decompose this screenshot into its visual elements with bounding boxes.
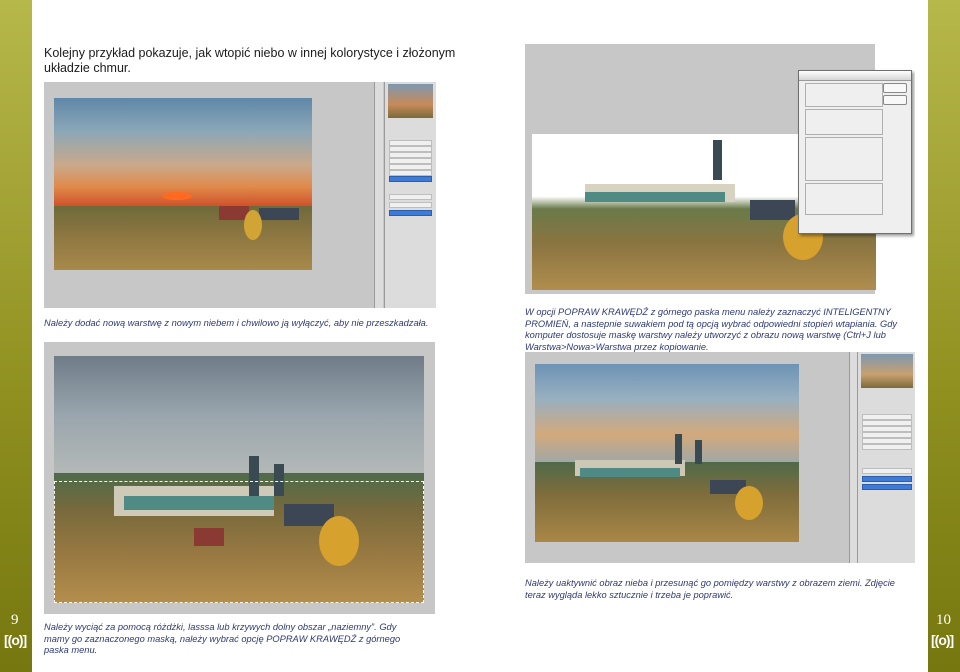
caption-add-layer: Należy dodać nową warstwę z nowym niebem… [44,318,429,328]
photo-combined-sky [535,364,799,542]
refine-edge-dialog [798,70,912,234]
caption-refine-edge: W opcji POPRAW KRAWĘDŹ z górnego paska m… [525,307,898,352]
photo-monastery-landscape [54,356,424,603]
layers-panel [384,82,436,308]
photo-sunset-sky [54,98,312,270]
selection-marquee [54,481,424,603]
caption-cut-ground: Należy wyciąć za pomocą różdżki, lasssa … [44,622,401,655]
logo-icon-right: [(o)] [931,632,954,648]
left-margin-bar [0,0,32,672]
page-heading: Kolejny przykład pokazuje, jak wtopić ni… [44,46,456,75]
dialog-ok-button[interactable] [883,83,907,93]
layers-panel-2 [857,352,915,563]
screenshot-sky-moved [525,352,915,563]
page-number-right: 10 [936,612,951,628]
logo-icon-left: [(o)] [4,632,27,648]
screenshot-refine-edge [525,44,915,294]
dialog-cancel-button[interactable] [883,95,907,105]
screenshot-sky-layer [44,82,436,308]
caption-move-sky: Należy uaktywnić obraz nieba i przesunąć… [525,578,895,600]
toolbar-strip [374,82,383,308]
screenshot-ground-selection [44,342,435,614]
page-number-left: 9 [11,612,19,628]
right-margin-bar [928,0,960,672]
